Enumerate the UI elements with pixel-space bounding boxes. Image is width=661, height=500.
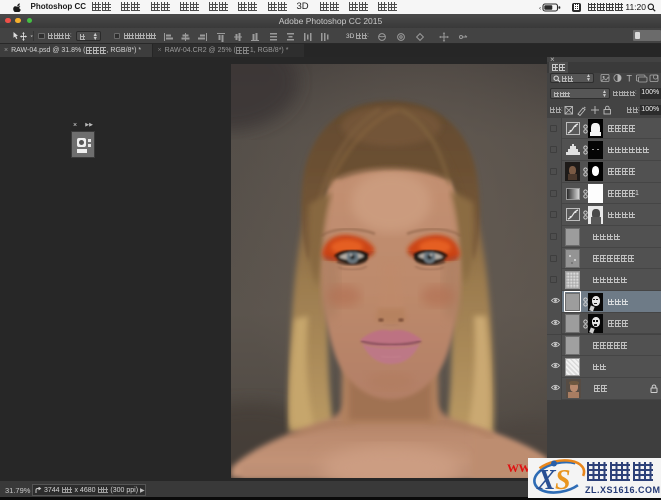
svg-text:T: T <box>626 74 632 84</box>
svg-text:X: X <box>536 465 557 496</box>
svg-text:‹: ‹ <box>539 5 541 12</box>
svg-text:S: S <box>555 465 571 496</box>
